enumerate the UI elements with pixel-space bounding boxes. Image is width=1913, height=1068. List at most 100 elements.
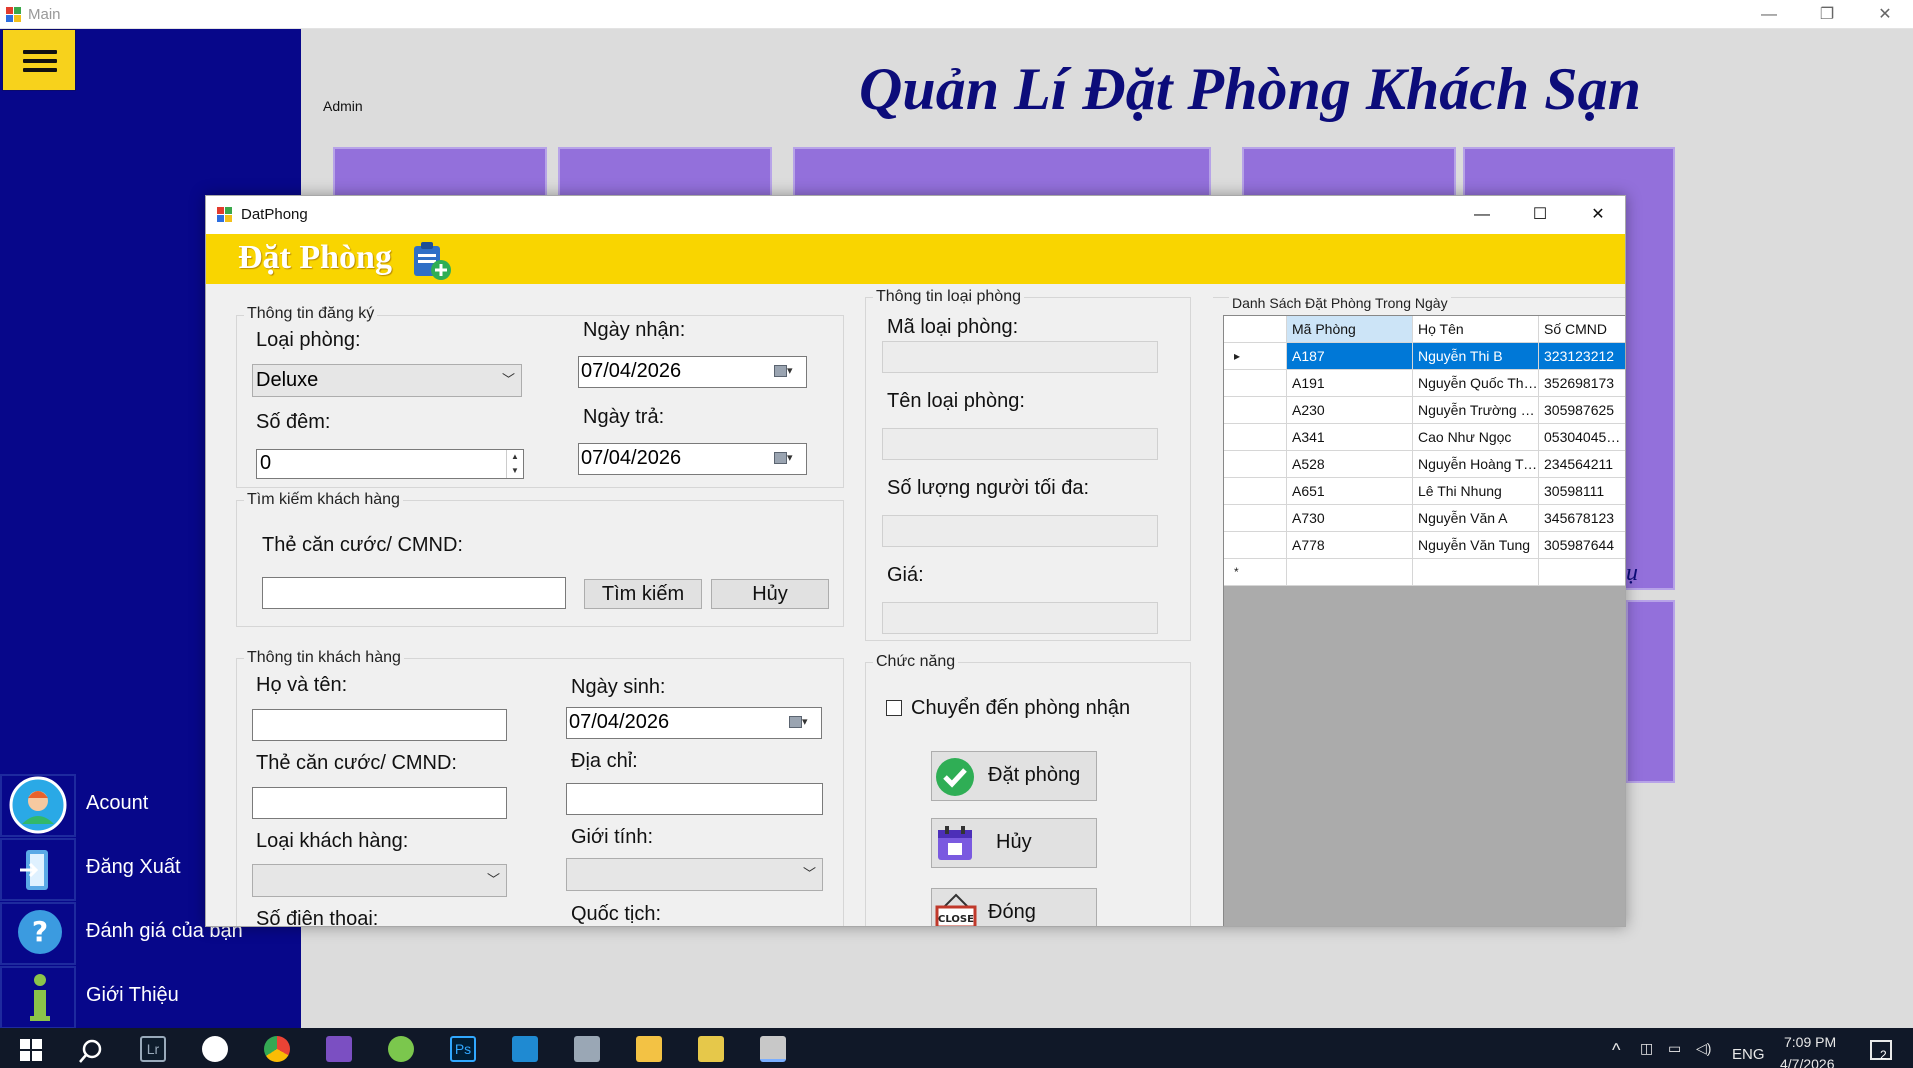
column-header[interactable]: Họ Tên (1413, 316, 1539, 343)
hamburger-menu-button[interactable] (2, 29, 76, 91)
table-cell[interactable]: A341 (1287, 424, 1413, 451)
clock-time[interactable]: 7:09 PM (1784, 1034, 1836, 1050)
gender-select[interactable]: ﹀ (566, 858, 823, 891)
row-header[interactable] (1224, 478, 1287, 505)
user-label: Admin (323, 98, 363, 114)
close-dialog-button[interactable]: CLOSE Đóng (931, 888, 1097, 926)
maximize-button[interactable]: ❐ (1798, 0, 1856, 29)
spin-buttons[interactable]: ▲ ▼ (506, 450, 523, 478)
chevron-down-icon: ﹀ (486, 872, 500, 887)
column-header[interactable]: Mã Phòng (1287, 316, 1413, 343)
winforms-app-icon[interactable] (760, 1036, 786, 1062)
table-cell[interactable]: A528 (1287, 451, 1413, 478)
cancel-booking-button[interactable]: Hủy (931, 818, 1097, 868)
table-cell[interactable]: A187 (1287, 343, 1413, 370)
table-cell[interactable]: 234564211 (1539, 451, 1625, 478)
calendar-delete-icon (938, 826, 972, 860)
table-cell[interactable]: 323123212 (1539, 343, 1625, 370)
book-room-button[interactable]: Đặt phòng (931, 751, 1097, 801)
table-cell[interactable]: 05304045132 (1539, 424, 1625, 451)
table-cell[interactable]: A730 (1287, 505, 1413, 532)
customer-group-label: Thông tin khách hàng (244, 649, 404, 667)
table-cell[interactable]: Cao Như Ngọc (1413, 424, 1539, 451)
table-cell[interactable]: 345678123 (1539, 505, 1625, 532)
checkin-label: Ngày nhận: (583, 319, 686, 341)
search-icon[interactable] (78, 1038, 104, 1068)
table-cell[interactable]: A651 (1287, 478, 1413, 505)
calendar-dropdown-icon[interactable]: ▾ (789, 716, 815, 728)
notification-icon[interactable]: 2 (1870, 1040, 1892, 1062)
windows-start-icon[interactable] (20, 1039, 42, 1066)
dashboard-tile[interactable] (1626, 600, 1675, 783)
table-cell[interactable]: Nguyễn Hoàng Tuấn (1413, 451, 1539, 478)
table-cell[interactable]: A778 (1287, 532, 1413, 559)
table-cell[interactable]: 30598111 (1539, 478, 1625, 505)
dob-date-picker[interactable]: 07/04/2026 ▾ (566, 707, 822, 739)
table-cell[interactable]: Nguyễn Quốc Thắng (1413, 370, 1539, 397)
new-row-cell[interactable] (1539, 559, 1625, 586)
table-cell[interactable]: 305987644 (1539, 532, 1625, 559)
table-cell[interactable]: 305987625 (1539, 397, 1625, 424)
table-cell[interactable]: A191 (1287, 370, 1413, 397)
customer-type-select[interactable]: ﹀ (252, 864, 507, 897)
table-cell[interactable]: Nguyễn Trường Giang (1413, 397, 1539, 424)
checkout-date-value: 07/04/2026 (581, 447, 682, 469)
sidebar-item-label: Giới Thiệu (86, 984, 179, 1006)
calendar-dropdown-icon[interactable]: ▾ (774, 365, 800, 377)
search-cancel-button[interactable]: Hủy (711, 579, 829, 609)
snipping-tool-icon[interactable] (698, 1036, 724, 1062)
language-indicator[interactable]: ENG (1732, 1046, 1765, 1063)
greenshot-icon[interactable] (388, 1036, 414, 1062)
room-type-select[interactable]: Deluxe ﹀ (252, 364, 522, 397)
chrome-icon[interactable] (264, 1036, 290, 1062)
photoshop-icon[interactable]: Ps (450, 1036, 476, 1062)
address-input[interactable] (566, 783, 823, 815)
new-row-cell[interactable] (1413, 559, 1539, 586)
search-id-input[interactable] (262, 577, 566, 609)
minimize-button[interactable]: — (1740, 0, 1798, 29)
row-header[interactable] (1224, 424, 1287, 451)
nights-stepper[interactable]: 0 ▲ ▼ (256, 449, 524, 479)
move-to-room-checkbox[interactable] (886, 700, 902, 716)
dialog-minimize-button[interactable]: — (1453, 200, 1511, 229)
dob-label: Ngày sinh: (571, 676, 666, 698)
network-icon[interactable]: ▭ (1668, 1040, 1681, 1057)
dialog-maximize-button[interactable]: ☐ (1511, 200, 1569, 229)
row-header[interactable] (1224, 451, 1287, 478)
sidebar-item-about[interactable]: Giới Thiệu (0, 966, 301, 1029)
table-cell[interactable]: Nguyễn Văn A (1413, 505, 1539, 532)
booking-list-grid[interactable]: Mã Phòng Họ Tên Số CMND ▸ A187 Nguyễn Thi … (1223, 315, 1625, 926)
name-input[interactable] (252, 709, 507, 741)
row-header[interactable] (1224, 397, 1287, 424)
clock-date[interactable]: 4/7/2026 (1780, 1056, 1835, 1068)
table-cell[interactable]: Nguyễn Văn Tung (1413, 532, 1539, 559)
remote-desktop-icon[interactable] (574, 1036, 600, 1062)
account-avatar-icon (0, 774, 76, 837)
new-row-header[interactable]: * (1224, 559, 1287, 586)
row-header[interactable] (1224, 370, 1287, 397)
calendar-dropdown-icon[interactable]: ▾ (774, 452, 800, 464)
search-button[interactable]: Tìm kiếm (584, 579, 702, 609)
file-explorer-icon[interactable] (636, 1036, 662, 1062)
new-row-cell[interactable] (1287, 559, 1413, 586)
customer-id-input[interactable] (252, 787, 507, 819)
chevron-up-icon[interactable]: ^ (1612, 1040, 1620, 1061)
row-header[interactable]: ▸ (1224, 343, 1287, 370)
checkout-date-picker[interactable]: 07/04/2026 ▾ (578, 443, 807, 475)
checkin-date-picker[interactable]: 07/04/2026 ▾ (578, 356, 807, 388)
visual-studio-icon[interactable] (326, 1036, 352, 1062)
table-cell[interactable]: A230 (1287, 397, 1413, 424)
meet-now-icon[interactable]: ◫ (1640, 1040, 1653, 1057)
table-cell[interactable]: 352698173 (1539, 370, 1625, 397)
column-header[interactable]: Số CMND (1539, 316, 1625, 343)
row-header[interactable] (1224, 505, 1287, 532)
volume-icon[interactable]: ◁) (1696, 1040, 1711, 1057)
table-cell[interactable]: Nguyễn Thi B (1413, 343, 1539, 370)
lightroom-icon[interactable]: Lr (140, 1036, 166, 1062)
table-cell[interactable]: Lê Thi Nhung (1413, 478, 1539, 505)
vscode-icon[interactable] (512, 1036, 538, 1062)
row-header[interactable] (1224, 532, 1287, 559)
close-button[interactable]: ✕ (1856, 0, 1913, 29)
dialog-close-button[interactable]: ✕ (1569, 200, 1625, 229)
zalo-icon[interactable] (202, 1036, 228, 1062)
